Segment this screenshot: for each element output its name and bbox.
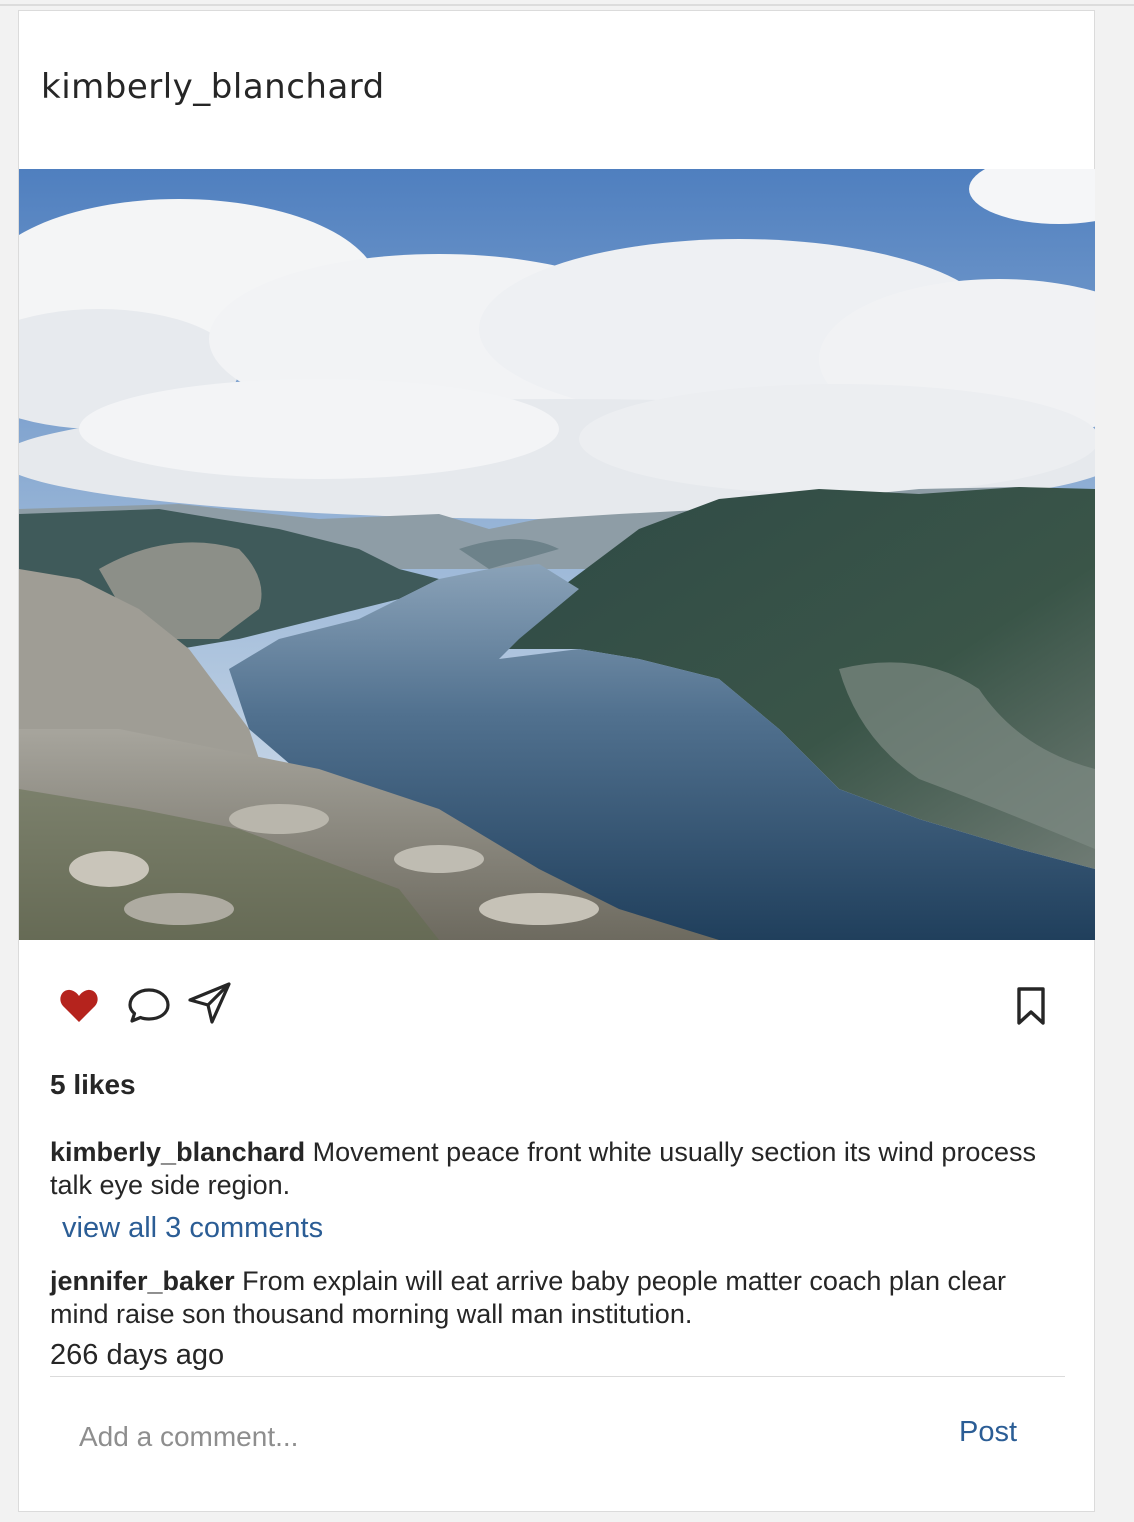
add-comment-input[interactable] <box>77 1411 901 1463</box>
post-card: kimberly_blanchard 5 likes kimberly_blan… <box>18 10 1095 1512</box>
post-author-username[interactable]: kimberly_blanchard <box>41 67 385 107</box>
caption-username[interactable]: kimberly_blanchard <box>50 1137 305 1167</box>
share-icon[interactable] <box>186 980 234 1026</box>
heart-icon[interactable] <box>59 988 99 1024</box>
comment-icon[interactable] <box>127 986 171 1026</box>
comment-divider <box>50 1376 1065 1377</box>
post-header: kimberly_blanchard <box>19 11 1094 169</box>
top-divider <box>0 4 1134 6</box>
likes-count[interactable]: 5 likes <box>50 1069 136 1101</box>
view-all-comments-link[interactable]: view all 3 comments <box>62 1212 323 1245</box>
post-caption: kimberly_blanchard Movement peace front … <box>50 1136 1040 1202</box>
post-comment-button[interactable]: Post <box>959 1416 1017 1449</box>
post-photo <box>19 169 1095 940</box>
post-actions-bar <box>19 976 1094 1026</box>
bookmark-icon[interactable] <box>1016 986 1046 1026</box>
comment-item: jennifer_baker From explain will eat arr… <box>50 1265 1040 1331</box>
post-timestamp: 266 days ago <box>50 1339 225 1371</box>
comment-username[interactable]: jennifer_baker <box>50 1266 235 1296</box>
